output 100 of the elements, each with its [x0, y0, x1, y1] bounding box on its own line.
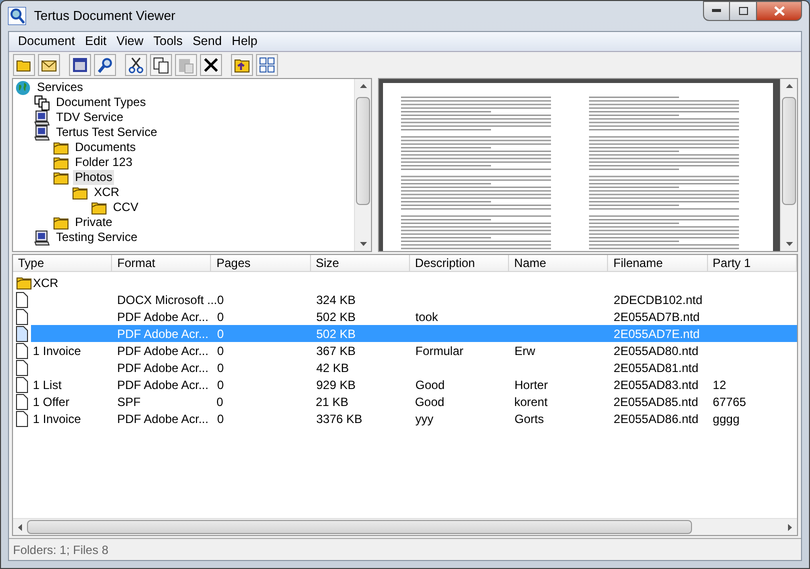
globe-icon: [15, 80, 31, 96]
scroll-up-icon[interactable]: [360, 84, 366, 88]
tree-item[interactable]: Tertus Test Service: [54, 125, 160, 140]
tree-item[interactable]: Folder 123: [73, 155, 134, 170]
grid-icon: [258, 56, 276, 74]
table-cell-text: 2E055AD81.ntd: [612, 360, 700, 376]
table-cell-text: PDF Adobe Acr...: [116, 342, 210, 360]
toolbar-button[interactable]: [256, 54, 278, 76]
table-cell-text: Formular: [414, 342, 464, 360]
scrollbar-thumb[interactable]: [27, 520, 692, 534]
table-cell-text: 1 Offer: [32, 394, 70, 410]
menu-item[interactable]: Document: [13, 32, 80, 51]
cut-icon: [127, 56, 145, 74]
minimize-icon: [712, 9, 721, 13]
table-cell-text: 324 KB: [315, 292, 357, 308]
list-row[interactable]: 1 Offer SPF 0 21 KB Good korent 2E055AD85.ntd 67765: [13, 393, 797, 410]
column-header[interactable]: Name: [509, 255, 608, 272]
document-icon: [16, 410, 28, 426]
table-cell-text: yyy: [414, 410, 434, 428]
menu-item[interactable]: Tools: [148, 32, 188, 51]
close-icon: [202, 56, 220, 74]
list-row[interactable]: PDF Adobe Acr... 0 42 KB 2E055AD81.ntd: [13, 359, 797, 376]
folder-icon: [53, 140, 69, 154]
table-cell-text: 929 KB: [315, 376, 357, 394]
toolbar-button[interactable]: [69, 54, 91, 76]
toolbar-button[interactable]: [38, 54, 60, 76]
tree-item[interactable]: TDV Service: [54, 110, 126, 125]
table-cell-text: 12: [712, 376, 728, 394]
documents-icon: [34, 94, 50, 110]
status-text: Folders: 1; Files 8: [13, 542, 108, 558]
table-cell-text: PDF Adobe Acr...: [116, 376, 210, 394]
column-header[interactable]: Party 1: [708, 255, 797, 272]
tree-item[interactable]: Services: [35, 80, 86, 95]
column-header[interactable]: Type: [13, 255, 112, 272]
scrollbar-thumb[interactable]: [356, 97, 370, 205]
document-icon: [16, 376, 28, 392]
document-icon: [16, 360, 28, 376]
tree-item[interactable]: Document Types: [54, 95, 148, 110]
tree-item[interactable]: CCV: [111, 200, 140, 215]
list-row[interactable]: 1 Invoice PDF Adobe Acr... 0 3376 KB yyy Gorts 2E055AD86.ntd gggg: [13, 410, 797, 427]
vertical-scrollbar[interactable]: [354, 79, 371, 251]
tree-item[interactable]: Private: [73, 215, 114, 230]
maximize-button[interactable]: [730, 1, 757, 21]
vertical-scrollbar[interactable]: [780, 79, 797, 251]
column-header[interactable]: Filename: [608, 255, 708, 272]
table-cell-text: 2E055AD85.ntd: [612, 394, 700, 410]
copy-icon: [152, 56, 170, 74]
toolbar-button[interactable]: [200, 54, 222, 76]
list-row[interactable]: XCR: [13, 274, 797, 291]
table-cell-text: took: [414, 308, 440, 326]
table-cell-text: XCR: [33, 274, 60, 292]
scrollbar-thumb[interactable]: [782, 97, 796, 205]
maximize-icon: [738, 7, 748, 15]
minimize-button[interactable]: [703, 1, 730, 21]
toolbar-button[interactable]: [125, 54, 147, 76]
search-icon: [96, 56, 114, 74]
toolbar-button[interactable]: [13, 54, 35, 76]
list-row[interactable]: 1 List PDF Adobe Acr... 0 929 KB Good Horter 2E055AD83.ntd 12: [13, 376, 797, 393]
tree-item[interactable]: Documents: [73, 140, 138, 155]
column-header[interactable]: Description: [410, 255, 510, 272]
table-cell-text: 3376 KB: [315, 410, 364, 428]
table-cell-text: 2E055AD80.ntd: [612, 342, 700, 360]
tree-item[interactable]: XCR: [92, 185, 122, 200]
toolbar-button[interactable]: [94, 54, 116, 76]
table-cell-text: 42 KB: [315, 360, 350, 376]
tree-item[interactable]: Photos: [73, 170, 114, 185]
table-cell-text: Good: [414, 394, 446, 410]
table-cell-text: 0: [216, 342, 225, 360]
folder-icon: [72, 186, 88, 200]
scroll-up-icon[interactable]: [786, 84, 792, 88]
table-cell-text: 0: [216, 308, 225, 326]
toolbar-button[interactable]: [231, 54, 253, 76]
list-row[interactable]: PDF Adobe Acr... 0 502 KB took 2E055AD7B.ntd: [13, 308, 797, 325]
tree-item[interactable]: Testing Service: [54, 230, 140, 245]
scroll-down-icon[interactable]: [360, 242, 366, 246]
close-icon: [774, 6, 784, 16]
table-cell-text: 2DECDB102.ntd: [612, 292, 704, 308]
folder-icon: [53, 216, 69, 230]
document-icon: [16, 308, 28, 324]
menu-item[interactable]: View: [112, 32, 148, 51]
document-icon: [16, 394, 28, 410]
table-cell-text: 0: [216, 410, 225, 428]
menu-item[interactable]: Send: [188, 32, 227, 51]
table-cell-text: 2E055AD83.ntd: [612, 376, 700, 394]
column-header[interactable]: Size: [310, 255, 410, 272]
table-cell-text: korent: [513, 394, 549, 410]
scroll-right-icon[interactable]: [788, 524, 792, 530]
scroll-down-icon[interactable]: [786, 242, 792, 246]
column-header[interactable]: Format: [112, 255, 212, 272]
close-button[interactable]: [757, 1, 802, 21]
menu-item[interactable]: Edit: [80, 32, 112, 51]
table-cell-text: Gorts: [514, 410, 545, 428]
toolbar-button[interactable]: [150, 54, 172, 76]
scroll-left-icon[interactable]: [18, 524, 22, 530]
menu-item[interactable]: Help: [226, 32, 263, 51]
list-row[interactable]: DOCX Microsoft ...0 324 KB 2DECDB102.ntd: [13, 291, 797, 308]
table-cell-text: 0: [216, 292, 225, 308]
horizontal-scrollbar[interactable]: [13, 518, 797, 535]
list-row[interactable]: 1 Invoice PDF Adobe Acr... 0 367 KB Formular Erw 2E055AD80.ntd: [13, 342, 797, 359]
column-header[interactable]: Pages: [211, 255, 311, 272]
